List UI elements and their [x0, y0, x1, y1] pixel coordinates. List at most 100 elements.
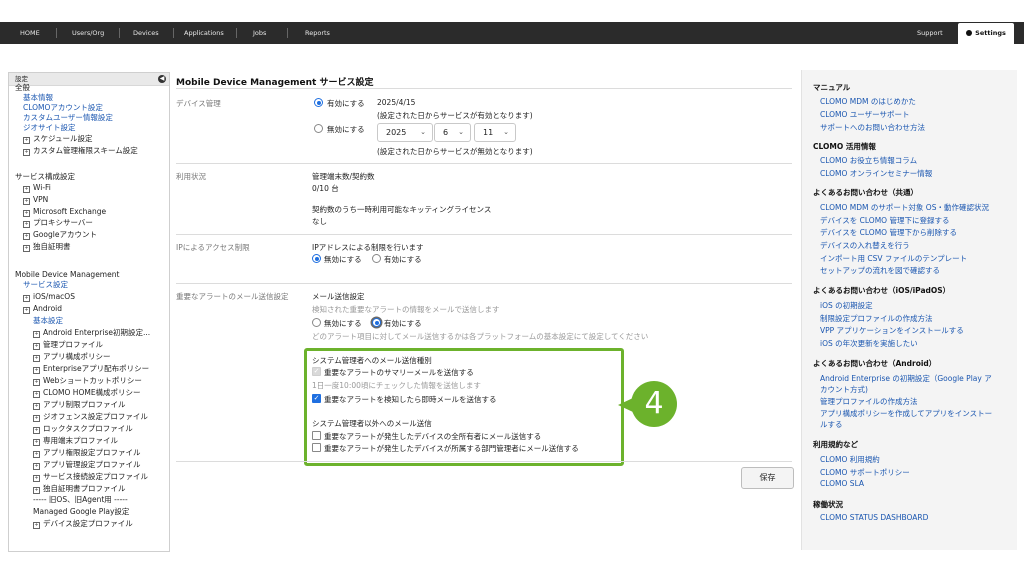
nav-reports[interactable]: Reports	[305, 22, 330, 44]
expand-plus-icon[interactable]: +	[23, 149, 30, 156]
expand-plus-icon[interactable]: +	[33, 379, 40, 386]
help-link[interactable]: CLOMO オンラインセミナー情報	[820, 168, 932, 179]
ip-enable-radio[interactable]	[372, 254, 381, 263]
nav-users-org[interactable]: Users/Org	[72, 22, 104, 44]
collapse-sidebar-icon[interactable]: ◀	[158, 75, 166, 83]
sidebar-item[interactable]: + CLOMO HOME構成ポリシー	[33, 388, 141, 398]
help-link[interactable]: CLOMO MDM のはじめかた	[820, 96, 916, 107]
sidebar-item[interactable]: 基本情報	[23, 93, 53, 103]
help-link[interactable]: CLOMO お役立ち情報コラム	[820, 155, 917, 166]
help-link[interactable]: Android Enterprise の初期設定（Google Play ア	[820, 373, 992, 384]
expand-plus-icon[interactable]: +	[33, 343, 40, 350]
expand-plus-icon[interactable]: +	[33, 451, 40, 458]
expand-plus-icon[interactable]: +	[33, 355, 40, 362]
sidebar-item[interactable]: + アプリ構成ポリシー	[33, 352, 111, 362]
device-mgmt-enable-radio[interactable]	[314, 98, 323, 107]
help-link[interactable]: iOS の初期設定	[820, 300, 873, 311]
sidebar-item[interactable]: Mobile Device Management	[15, 270, 119, 280]
sidebar-item[interactable]: + プロキシサーバー	[23, 218, 93, 228]
expand-plus-icon[interactable]: +	[23, 233, 30, 240]
sidebar-item[interactable]: カスタムユーザー情報設定	[23, 113, 113, 123]
expand-plus-icon[interactable]: +	[23, 210, 30, 217]
alert-disable-radio[interactable]	[312, 318, 321, 327]
disable-day-select[interactable]: 11 ⌄	[474, 123, 516, 142]
help-link[interactable]: CLOMO STATUS DASHBOARD	[820, 513, 928, 522]
nav-home[interactable]: HOME	[20, 22, 40, 44]
help-link[interactable]: CLOMO サポートポリシー	[820, 467, 910, 478]
sidebar-item[interactable]: + iOS/macOS	[23, 292, 75, 302]
sidebar-item[interactable]: + デバイス設定プロファイル	[33, 519, 133, 529]
sidebar-item[interactable]: + カスタム管理権限スキーム設定	[23, 146, 138, 156]
sidebar-item[interactable]: + アプリ制限プロファイル	[33, 400, 126, 410]
sidebar-item[interactable]: + Microsoft Exchange	[23, 207, 106, 217]
help-link[interactable]: iOS の年次更新を実施したい	[820, 338, 918, 349]
sidebar-item[interactable]: + Googleアカウント	[23, 230, 97, 240]
sidebar-item[interactable]: 全般	[15, 83, 30, 93]
sidebar-item[interactable]: + Webショートカットポリシー	[33, 376, 142, 386]
help-link[interactable]: デバイスの入れ替えを行う	[820, 240, 910, 251]
help-link[interactable]: デバイスを CLOMO 管理下から削除する	[820, 227, 957, 238]
expand-plus-icon[interactable]: +	[33, 331, 40, 338]
help-link[interactable]: カウント方式)	[820, 384, 868, 395]
expand-plus-icon[interactable]: +	[23, 198, 30, 205]
nav-support[interactable]: Support	[917, 22, 943, 44]
help-link[interactable]: デバイスを CLOMO 管理下に登録する	[820, 215, 949, 226]
sidebar-item[interactable]: + アプリ権限設定プロファイル	[33, 448, 141, 458]
sidebar-item[interactable]: + Wi-Fi	[23, 183, 51, 193]
help-link[interactable]: セットアップの流れを図で確認する	[820, 265, 940, 276]
expand-plus-icon[interactable]: +	[33, 427, 40, 434]
alert-enable-radio[interactable]	[372, 318, 381, 327]
help-link[interactable]: CLOMO SLA	[820, 479, 864, 488]
sidebar-item[interactable]: + Enterpriseアプリ配布ポリシー	[33, 364, 149, 374]
expand-plus-icon[interactable]: +	[33, 487, 40, 494]
help-link[interactable]: ルする	[820, 419, 843, 430]
sidebar-item[interactable]: サービス構成設定	[15, 172, 75, 182]
summary-mail-checkbox[interactable]: ✓	[312, 367, 321, 376]
sidebar-item[interactable]: + 独自証明書	[23, 242, 71, 252]
sidebar-item[interactable]: + スケジュール設定	[23, 134, 92, 144]
expand-plus-icon[interactable]: +	[33, 367, 40, 374]
sidebar-item[interactable]: + 専用端末プロファイル	[33, 436, 118, 446]
help-link[interactable]: VPP アプリケーションをインストールする	[820, 325, 964, 336]
sidebar-item[interactable]: + VPN	[23, 195, 48, 205]
sidebar-item[interactable]: + 独自証明書プロファイル	[33, 484, 126, 494]
device-mgmt-disable-radio[interactable]	[314, 124, 323, 133]
sidebar-item[interactable]: Managed Google Play設定	[33, 507, 129, 517]
sidebar-item[interactable]: ----- 旧OS、旧Agent用 -----	[33, 495, 128, 505]
sidebar-item[interactable]: CLOMOアカウント設定	[23, 103, 103, 113]
nav-settings-tab[interactable]: Settings	[958, 23, 1014, 44]
sidebar-item[interactable]: + ジオフェンス設定プロファイル	[33, 412, 148, 422]
sidebar-item[interactable]: + アプリ管理設定プロファイル	[33, 460, 141, 470]
expand-plus-icon[interactable]: +	[23, 221, 30, 228]
expand-plus-icon[interactable]: +	[33, 463, 40, 470]
expand-plus-icon[interactable]: +	[33, 415, 40, 422]
sidebar-item[interactable]: + サービス接続設定プロファイル	[33, 472, 148, 482]
expand-plus-icon[interactable]: +	[33, 391, 40, 398]
expand-plus-icon[interactable]: +	[23, 295, 30, 302]
save-button[interactable]: 保存	[741, 467, 794, 489]
disable-month-select[interactable]: 6 ⌄	[434, 123, 471, 142]
help-link[interactable]: 制限設定プロファイルの作成方法	[820, 313, 933, 324]
sidebar-item[interactable]: サービス設定	[23, 280, 68, 290]
expand-plus-icon[interactable]: +	[23, 137, 30, 144]
dept-mail-checkbox[interactable]	[312, 443, 321, 452]
sidebar-item[interactable]: ジオサイト設定	[23, 123, 76, 133]
expand-plus-icon[interactable]: +	[33, 403, 40, 410]
nav-devices[interactable]: Devices	[133, 22, 159, 44]
nav-applications[interactable]: Applications	[184, 22, 224, 44]
sidebar-item[interactable]: + Android	[23, 304, 62, 314]
help-link[interactable]: CLOMO 利用規約	[820, 454, 880, 465]
instant-mail-checkbox[interactable]: ✓	[312, 394, 321, 403]
nav-jobs[interactable]: Jobs	[253, 22, 266, 44]
sidebar-item[interactable]: + ロックタスクプロファイル	[33, 424, 133, 434]
sidebar-item[interactable]: + 管理プロファイル	[33, 340, 103, 350]
help-link[interactable]: 管理プロファイルの作成方法	[820, 396, 918, 407]
sidebar-item[interactable]: 基本設定	[33, 316, 63, 326]
help-link[interactable]: CLOMO MDM のサポート対象 OS・動作確認状況	[820, 202, 989, 213]
expand-plus-icon[interactable]: +	[23, 245, 30, 252]
owner-mail-checkbox[interactable]	[312, 431, 321, 440]
expand-plus-icon[interactable]: +	[23, 186, 30, 193]
help-link[interactable]: サポートへのお問い合わせ方法	[820, 122, 925, 133]
disable-year-select[interactable]: 2025 ⌄	[377, 123, 433, 142]
expand-plus-icon[interactable]: +	[33, 475, 40, 482]
